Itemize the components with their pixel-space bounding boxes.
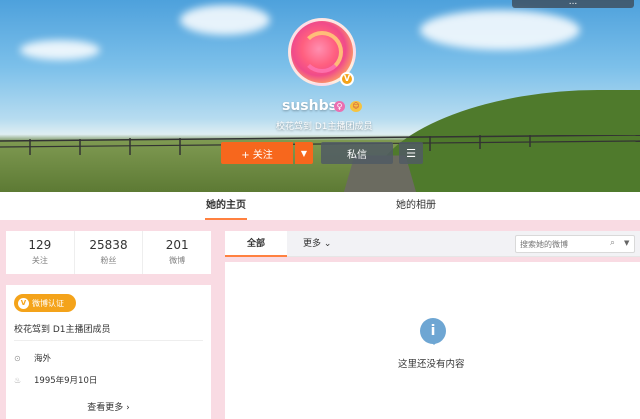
follow-dropdown-button[interactable]: ▼ [295, 142, 313, 164]
username: sushbs [282, 98, 337, 114]
stat-value: 129 [28, 238, 52, 252]
stat-value: 201 [165, 238, 189, 252]
cake-icon: ♨ [14, 375, 22, 385]
profile-tabs: 她的主页 她的相册 [0, 192, 640, 220]
avatar-swirl [301, 31, 343, 73]
cloud [180, 5, 270, 35]
profile-info-panel: V 微博认证 校花驾到 D1主播团成员 ⊙ 海外 ♨ 1995年9月10日 查看… [6, 285, 211, 419]
divider [14, 340, 203, 341]
empty-state-text: 这里还没有内容 [398, 359, 465, 370]
more-menu-button[interactable]: ☰ [399, 142, 423, 164]
stats-panel: 129 关注 25838 粉丝 201 微博 [6, 231, 211, 274]
fence [0, 135, 640, 155]
caret-down-icon[interactable]: ▼ [624, 239, 629, 247]
caret-down-icon: ▼ [300, 148, 308, 158]
menu-icon: ☰ [406, 146, 416, 160]
birthday-row: ♨ 1995年9月10日 [14, 374, 98, 387]
stat-label: 关注 [31, 256, 48, 265]
message-button[interactable]: 私信 [321, 142, 393, 164]
bio: 校花驾到 D1主播团成员 [276, 122, 373, 132]
verified-v-icon: V [18, 297, 29, 309]
tab-home[interactable]: 她的主页 [205, 192, 247, 220]
search-icon[interactable]: ⌕ [610, 238, 615, 248]
stat-following[interactable]: 129 关注 [6, 231, 75, 274]
stat-label: 微博 [169, 256, 186, 265]
feed-tab-more[interactable]: 更多 ⌄ [303, 231, 331, 257]
tab-album[interactable]: 她的相册 [396, 192, 436, 220]
cloud [420, 10, 580, 50]
feed-tab-all[interactable]: 全部 [225, 231, 287, 257]
view-more-link[interactable]: 查看更多 › [6, 400, 211, 413]
member-icon[interactable]: ☺ [350, 101, 362, 112]
verify-label: 微博认证 [32, 298, 64, 308]
info-icon: i [420, 318, 446, 345]
location-pin-icon: ⊙ [14, 353, 21, 363]
search-input[interactable] [520, 238, 610, 251]
cloud [20, 40, 100, 60]
topbar-button[interactable]: ... [512, 0, 634, 8]
verify-text: 校花驾到 D1主播团成员 [14, 325, 111, 335]
location-text: 海外 [34, 354, 52, 364]
follow-button[interactable]: + 关注 [221, 142, 293, 164]
stat-followers[interactable]: 25838 粉丝 [75, 231, 144, 274]
chevron-down-icon: ⌄ [323, 239, 332, 249]
stat-posts[interactable]: 201 微博 [143, 231, 211, 274]
verify-badge[interactable]: V 微博认证 [14, 294, 76, 312]
feed-tab-more-label: 更多 [303, 239, 322, 249]
stat-value: 25838 [89, 238, 128, 252]
birthday-text: 1995年9月10日 [34, 376, 98, 386]
verified-v-icon: V [340, 72, 354, 86]
stat-label: 粉丝 [100, 256, 117, 265]
female-icon: ♀ [334, 101, 345, 112]
feed-search: ⌕ ▼ [515, 235, 635, 253]
location-row: ⊙ 海外 [14, 352, 52, 365]
